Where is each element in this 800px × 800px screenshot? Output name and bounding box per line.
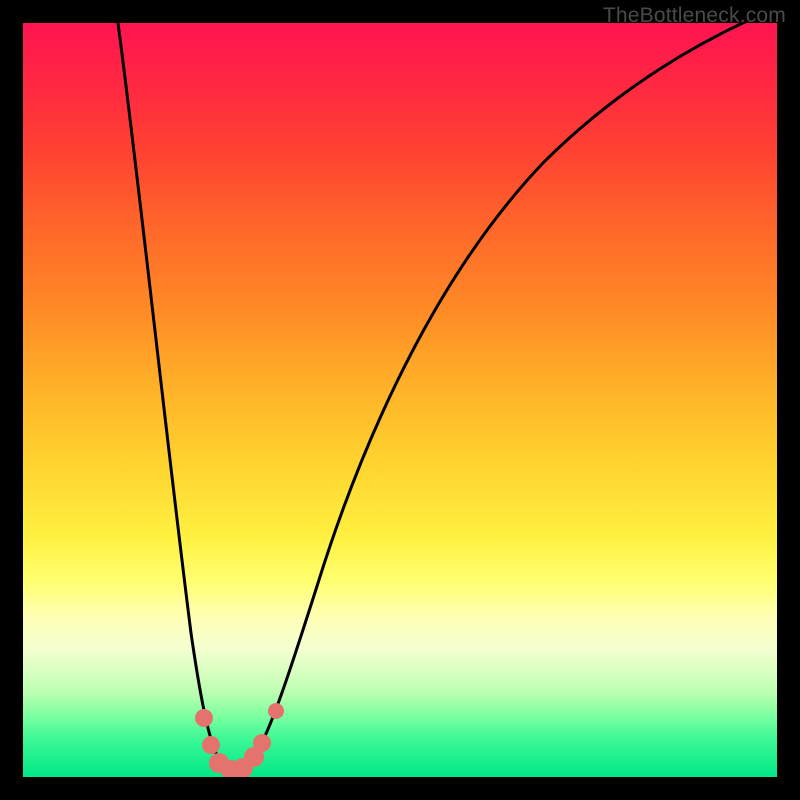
marker-dot bbox=[202, 736, 220, 754]
marker-dot bbox=[253, 734, 271, 752]
marker-group bbox=[195, 703, 284, 777]
chart-container: TheBottleneck.com bbox=[0, 0, 800, 800]
marker-dot bbox=[195, 709, 213, 727]
watermark-text: TheBottleneck.com bbox=[603, 4, 786, 28]
main-curve bbox=[118, 23, 777, 768]
plot-area bbox=[23, 23, 777, 777]
chart-svg bbox=[23, 23, 777, 777]
marker-dot bbox=[268, 703, 284, 719]
